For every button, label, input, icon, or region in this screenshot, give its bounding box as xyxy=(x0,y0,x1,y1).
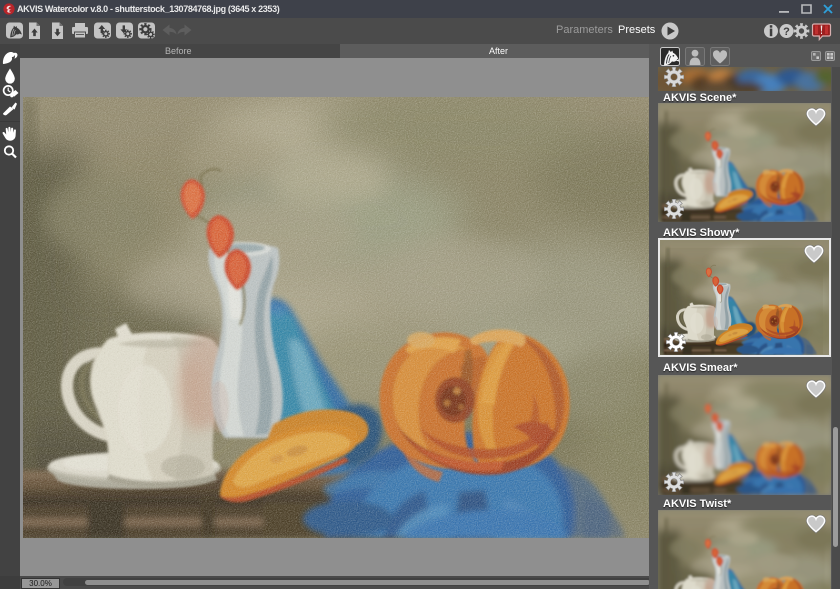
svg-text:?: ? xyxy=(783,26,790,38)
